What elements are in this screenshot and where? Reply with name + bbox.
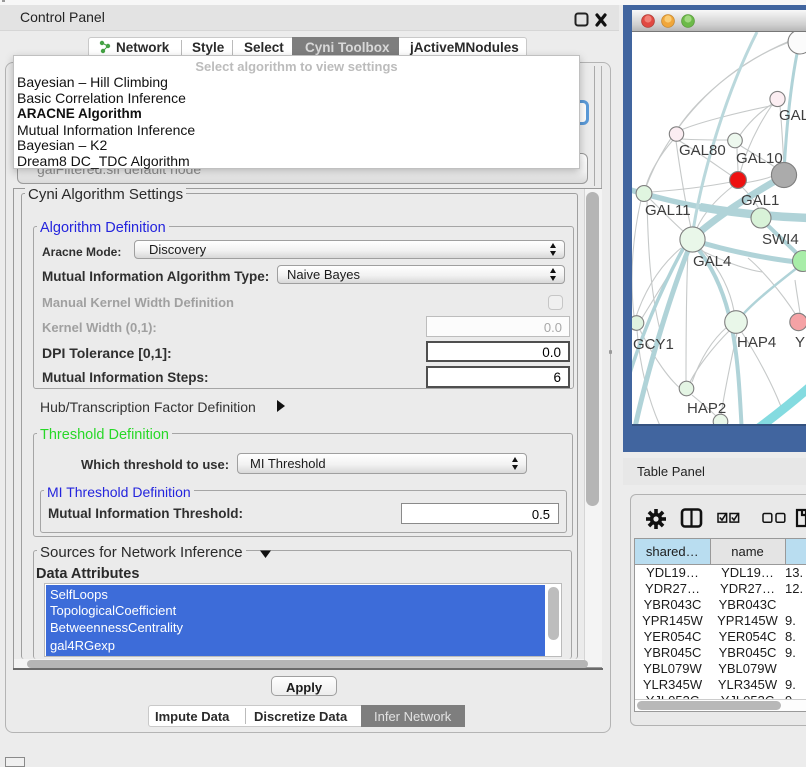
- svg-text:YB: YB: [795, 334, 806, 351]
- svg-text:HAP4: HAP4: [737, 334, 776, 351]
- svg-text:GAL80: GAL80: [679, 142, 726, 159]
- svg-text:GAL4: GAL4: [693, 253, 731, 270]
- svg-text:GAL1: GAL1: [741, 192, 779, 209]
- svg-text:GAL10: GAL10: [736, 150, 783, 167]
- svg-text:SWI4: SWI4: [762, 231, 799, 248]
- svg-text:GAL2: GAL2: [779, 107, 806, 124]
- svg-text:HAP2: HAP2: [687, 400, 726, 417]
- svg-text:GAL11: GAL11: [645, 202, 691, 219]
- svg-text:GCY1: GCY1: [633, 336, 674, 353]
